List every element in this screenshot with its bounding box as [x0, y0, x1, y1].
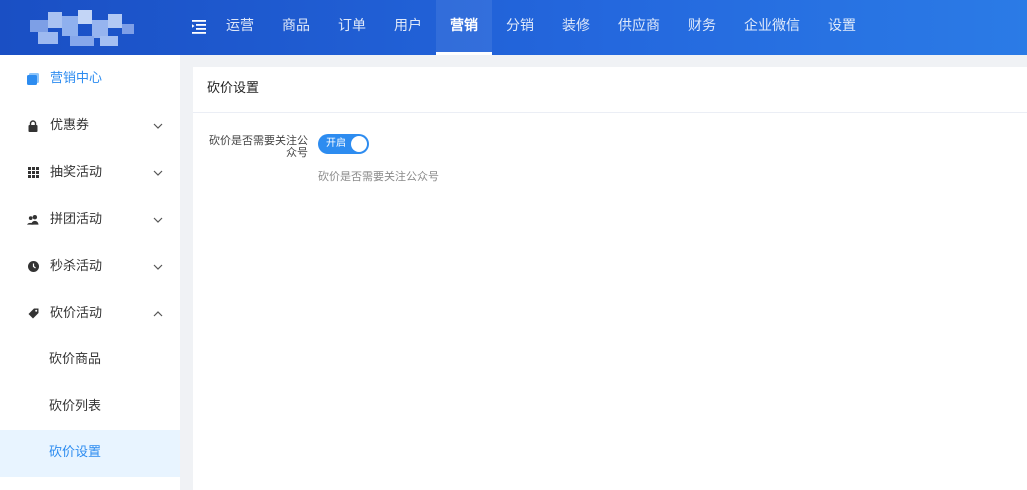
logo-blurred: [30, 10, 134, 48]
chevron-down-icon: [153, 102, 163, 149]
sidebar-subitem-bargain-list[interactable]: 砍价列表: [0, 384, 180, 431]
sidebar-item-marketing-center[interactable]: 营销中心: [0, 55, 180, 102]
nav-item-finance[interactable]: 财务: [674, 0, 730, 55]
chevron-down-icon: [153, 243, 163, 290]
form-field-help-text: 砍价是否需要关注公众号: [318, 170, 439, 183]
nav-item-decoration[interactable]: 装修: [548, 0, 604, 55]
sidebar-item-group-buy[interactable]: 拼团活动: [0, 196, 180, 243]
top-navigation-bar: 运营 商品 订单 用户 营销 分销 装修 供应商 财务 企业微信 设置: [0, 0, 1027, 55]
nav-item-orders[interactable]: 订单: [324, 0, 380, 55]
content-card: 砍价设置 砍价是否需要关注公众号 开启 砍价是否需要关注公众号: [193, 67, 1027, 490]
sidebar-subitem-bargain-products[interactable]: 砍价商品: [0, 337, 180, 384]
switch-knob: [351, 136, 367, 152]
sidebar-item-label: 优惠券: [50, 118, 90, 133]
nav-item-users[interactable]: 用户: [380, 0, 436, 55]
menu-toggle-icon[interactable]: [191, 18, 207, 34]
sidebar-item-label: 营销中心: [50, 71, 103, 86]
nav-item-settings[interactable]: 设置: [814, 0, 870, 55]
nav-item-marketing[interactable]: 营销: [436, 0, 492, 55]
sidebar: 营销中心 优惠券 抽奖活动 拼团活动 秒杀活动 砍价活动 砍价商品 砍价列表 砍…: [0, 55, 180, 490]
sidebar-item-label: 秒杀活动: [50, 259, 103, 274]
nav-item-suppliers[interactable]: 供应商: [604, 0, 674, 55]
tag-icon: [27, 290, 39, 337]
sidebar-item-flash-sale[interactable]: 秒杀活动: [0, 243, 180, 290]
lock-icon: [27, 102, 39, 149]
clock-icon: [27, 243, 39, 290]
sidebar-item-lottery[interactable]: 抽奖活动: [0, 149, 180, 196]
follow-official-account-switch[interactable]: 开启: [318, 134, 369, 154]
users-icon: [27, 196, 39, 243]
form-field-label: 砍价是否需要关注公众号: [209, 134, 308, 159]
nav-item-enterprise-wechat[interactable]: 企业微信: [730, 0, 814, 55]
sidebar-item-label: 拼团活动: [50, 212, 103, 227]
nav-item-operations[interactable]: 运营: [212, 0, 268, 55]
sidebar-item-bargain[interactable]: 砍价活动: [0, 290, 180, 337]
nav-item-products[interactable]: 商品: [268, 0, 324, 55]
grid-icon: [27, 149, 39, 196]
chevron-up-icon: [153, 290, 163, 337]
sidebar-subitem-bargain-settings[interactable]: 砍价设置: [0, 430, 180, 477]
chevron-down-icon: [153, 149, 163, 196]
page-title: 砍价设置: [193, 67, 1027, 113]
chevron-down-icon: [153, 196, 163, 243]
sidebar-item-coupons[interactable]: 优惠券: [0, 102, 180, 149]
top-nav: 运营 商品 订单 用户 营销 分销 装修 供应商 财务 企业微信 设置: [212, 0, 870, 55]
sidebar-item-label: 抽奖活动: [50, 165, 103, 180]
switch-on-text: 开启: [326, 138, 346, 149]
square-icon: [27, 55, 39, 102]
sidebar-item-label: 砍价活动: [50, 306, 103, 321]
nav-item-distribution[interactable]: 分销: [492, 0, 548, 55]
